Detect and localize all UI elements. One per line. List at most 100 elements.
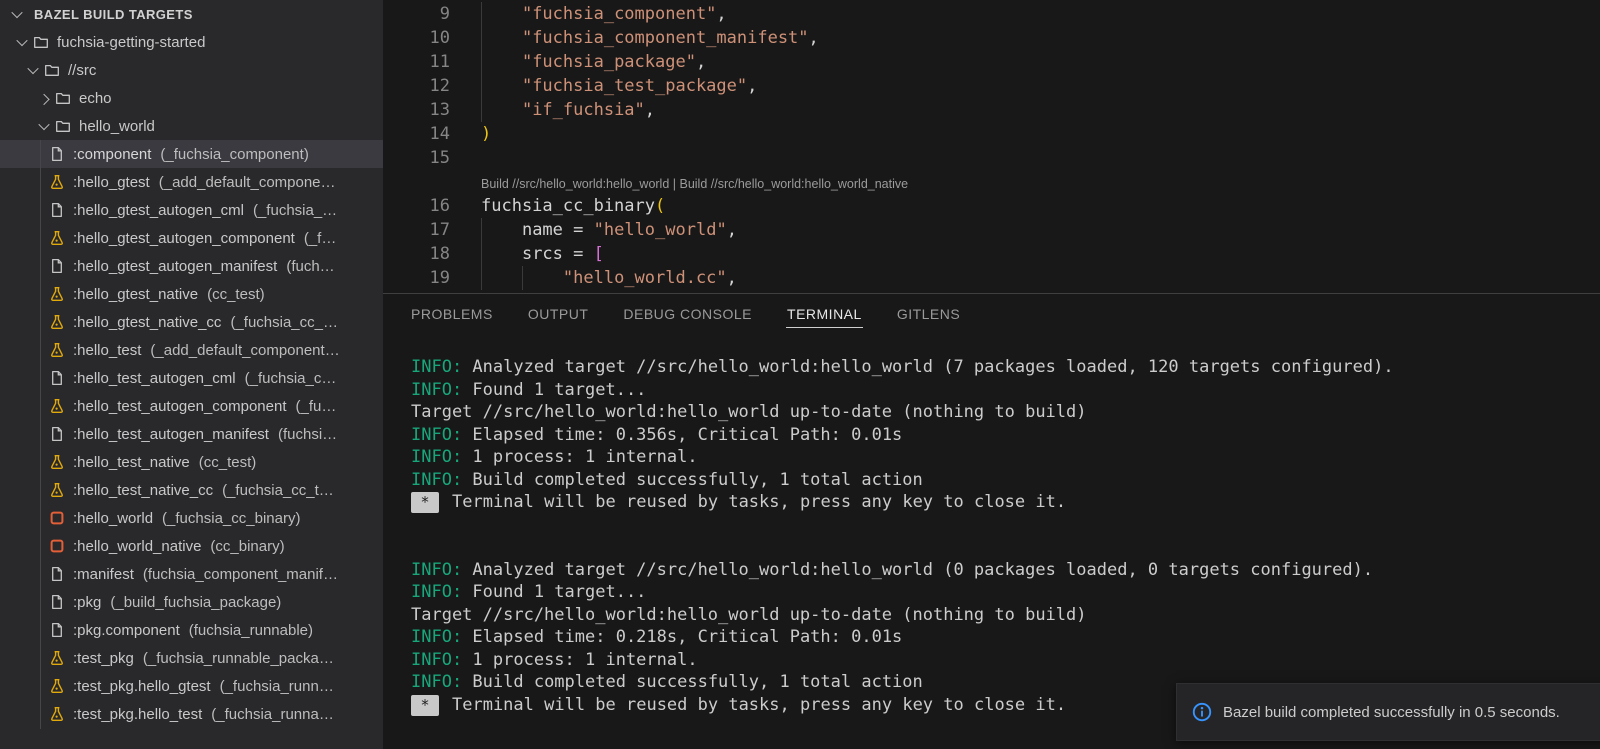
folder-label: hello_world [79,118,155,135]
chevron-down-icon [14,34,30,50]
terminal-line: INFO: 1 process: 1 internal. [411,649,1600,672]
code-line: 17 name = "hello_world", [383,218,1600,242]
tree-item--hello_test_native[interactable]: :hello_test_native(cc_test) [0,448,383,476]
tree-folder-hello_world[interactable]: hello_world [0,112,383,140]
codelens-build-links[interactable]: Build //src/hello_world:hello_world | Bu… [481,174,908,194]
target-name: :hello_gtest_native_cc [73,314,221,331]
indent-guide [481,242,482,266]
folder-icon [44,62,60,78]
tree-item--manifest[interactable]: :manifest(fuchsia_component_manif… [0,560,383,588]
tree-folder--src[interactable]: //src [0,56,383,84]
target-kind: (_fuchsia_cc_t… [222,482,334,499]
tree-item--hello_test_autogen_component[interactable]: :hello_test_autogen_component(_fu… [0,392,383,420]
bazel-targets-tree: fuchsia-getting-started //src echo hello_wo… [0,28,383,728]
indent-guide [522,266,523,290]
beaker-icon [49,678,65,694]
tree-item--hello_test[interactable]: :hello_test(_add_default_component… [0,336,383,364]
tree-folder-fuchsia-getting-started[interactable]: fuchsia-getting-started [0,28,383,56]
sidebar-section-header[interactable]: BAZEL BUILD TARGETS [0,0,383,28]
terminal-output[interactable]: INFO: Analyzed target //src/hello_world:… [383,336,1600,716]
file-icon [49,202,65,218]
target-kind: (_fuchsia_cc_binary) [162,510,300,527]
tree-item--hello_world[interactable]: :hello_world(_fuchsia_cc_binary) [0,504,383,532]
tree-item--hello_gtest_autogen_manifest[interactable]: :hello_gtest_autogen_manifest(fuch… [0,252,383,280]
target-kind: (fuchsi… [278,426,337,443]
panel-tab-terminal[interactable]: TERMINAL [786,303,863,328]
terminal-line [411,536,1600,559]
tree-folder-echo[interactable]: echo [0,84,383,112]
target-label: :hello_gtest(_add_default_compone… [73,174,383,191]
tree-item--pkg.component[interactable]: :pkg.component(fuchsia_runnable) [0,616,383,644]
target-kind: (cc_test) [199,454,257,471]
code-editor[interactable]: 9 "fuchsia_component",10 "fuchsia_compon… [383,0,1600,293]
tree-item--hello_test_autogen_manifest[interactable]: :hello_test_autogen_manifest(fuchsi… [0,420,383,448]
notification-toast[interactable]: Bazel build completed successfully in 0.… [1176,683,1600,741]
target-label: :hello_gtest_autogen_manifest(fuch… [73,258,383,275]
terminal-line: INFO: Elapsed time: 0.218s, Critical Pat… [411,626,1600,649]
panel-tab-problems[interactable]: PROBLEMS [410,303,494,328]
code-text: srcs = [ [481,242,604,266]
tree-item--hello_gtest_autogen_component[interactable]: :hello_gtest_autogen_component(_f… [0,224,383,252]
chevron-down-icon [9,6,25,22]
code-text: "if_fuchsia", [481,98,655,122]
tree-item--pkg[interactable]: :pkg(_build_fuchsia_package) [0,588,383,616]
indent-guide [481,98,482,122]
tree-item--hello_world_native[interactable]: :hello_world_native(cc_binary) [0,532,383,560]
editor-and-panel: 9 "fuchsia_component",10 "fuchsia_compon… [383,0,1600,749]
target-label: :hello_gtest_native_cc(_fuchsia_cc_… [73,314,383,331]
tree-item--test_pkg.hello_gtest[interactable]: :test_pkg.hello_gtest(_fuchsia_runn… [0,672,383,700]
folder-icon [33,34,49,50]
folder-label: //src [68,62,96,79]
indent-guide [481,2,482,26]
file-icon [49,566,65,582]
indent-guide [481,74,482,98]
target-name: :hello_test_autogen_cml [73,370,236,387]
sidebar-section-title: BAZEL BUILD TARGETS [34,7,193,22]
beaker-icon [49,454,65,470]
bottom-panel: PROBLEMS OUTPUT DEBUG CONSOLE TERMINAL GITLE… [383,293,1600,749]
target-label: :hello_test_autogen_component(_fu… [73,398,383,415]
line-number: 13 [383,98,450,122]
target-label: :hello_gtest_native(cc_test) [73,286,383,303]
target-label: :test_pkg.hello_test(_fuchsia_runna… [73,706,383,723]
target-kind: (_fuchsia_runn… [220,678,334,695]
tree-item--hello_gtest_autogen_cml[interactable]: :hello_gtest_autogen_cml(_fuchsia_… [0,196,383,224]
target-kind: (_fuchsia_c… [245,370,337,387]
tree-item--test_pkg[interactable]: :test_pkg(_fuchsia_runnable_packa… [0,644,383,672]
file-icon [49,594,65,610]
binary-square-icon [49,510,65,526]
target-name: :hello_gtest_autogen_manifest [73,258,277,275]
info-icon [1192,702,1212,722]
folder-label: echo [79,90,112,107]
target-label: :test_pkg.hello_gtest(_fuchsia_runn… [73,678,383,695]
line-number: 16 [383,194,450,218]
terminal-line: Target //src/hello_world:hello_world up-… [411,401,1600,424]
code-line: 15 [383,146,1600,170]
terminal-line: Target //src/hello_world:hello_world up-… [411,604,1600,627]
tree-item--component[interactable]: :component(_fuchsia_component) [0,140,383,168]
line-number: 14 [383,122,450,146]
folder-label: fuchsia-getting-started [57,34,205,51]
panel-tab-debug-console[interactable]: DEBUG CONSOLE [622,303,753,328]
panel-tab-output[interactable]: OUTPUT [527,303,590,328]
code-line: 10 "fuchsia_component_manifest", [383,26,1600,50]
tree-item--hello_gtest[interactable]: :hello_gtest(_add_default_compone… [0,168,383,196]
target-name: :manifest [73,566,134,583]
target-name: :hello_test_autogen_component [73,398,287,415]
tree-item--hello_test_autogen_cml[interactable]: :hello_test_autogen_cml (_fuchsia_c… [0,364,383,392]
indent-guide [481,266,482,290]
terminal-line [411,514,1600,537]
tree-item--hello_gtest_native_cc[interactable]: :hello_gtest_native_cc(_fuchsia_cc_… [0,308,383,336]
code-line: 19 "hello_world.cc", [383,266,1600,290]
tree-item--test_pkg.hello_test[interactable]: :test_pkg.hello_test(_fuchsia_runna… [0,700,383,728]
target-label: :component(_fuchsia_component) [73,146,383,163]
code-text: "fuchsia_package", [481,50,706,74]
tree-item--hello_test_native_cc[interactable]: :hello_test_native_cc(_fuchsia_cc_t… [0,476,383,504]
editor-lines: 9 "fuchsia_component",10 "fuchsia_compon… [383,0,1600,290]
bazel-build-targets-sidebar: BAZEL BUILD TARGETS fuchsia-getting-star… [0,0,383,749]
indent-guide [481,50,482,74]
tree-item--hello_gtest_native[interactable]: :hello_gtest_native(cc_test) [0,280,383,308]
code-line: 18 srcs = [ [383,242,1600,266]
target-label: :pkg.component(fuchsia_runnable) [73,622,383,639]
panel-tab-gitlens[interactable]: GITLENS [896,303,961,328]
